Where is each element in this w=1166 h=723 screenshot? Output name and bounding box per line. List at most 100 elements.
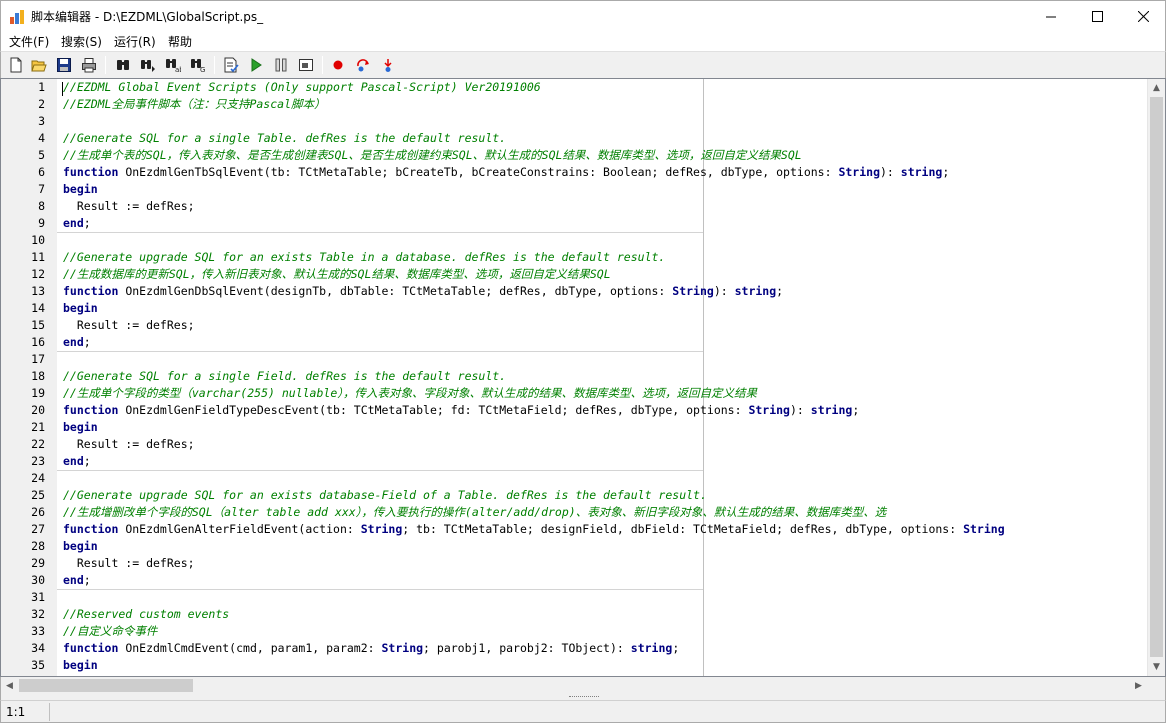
line-number: 7	[38, 182, 45, 196]
find-button[interactable]	[113, 55, 133, 75]
step-over-button[interactable]	[353, 55, 373, 75]
code-text: ;	[942, 165, 950, 179]
code-comment: //Generate upgrade SQL for an exists Tab…	[63, 250, 666, 264]
scroll-left-arrow-icon[interactable]: ◀	[1, 677, 18, 694]
code-text: ;	[83, 216, 91, 230]
code-line: function OnEzdmlCmdEvent(cmd, param1, pa…	[63, 640, 679, 657]
code-text: OnEzdmlGenTbSqlEvent(tb: TCtMetaTable; b…	[118, 165, 839, 179]
menu-run[interactable]: 运行(R)	[114, 33, 156, 50]
code-keyword: begin	[63, 301, 98, 315]
code-text: Result := defRes;	[63, 437, 195, 451]
code-line: //生成单个表的SQL，传入表对象、是否生成创建表SQL、是否生成创建约束SQL…	[63, 147, 802, 164]
vertical-scrollbar[interactable]: ▲ ▼	[1147, 79, 1165, 676]
code-text: ):	[880, 165, 901, 179]
code-line: function OnEzdmlGenTbSqlEvent(tb: TCtMet…	[63, 164, 949, 181]
close-button[interactable]	[1120, 1, 1166, 32]
line-number: 8	[38, 199, 45, 213]
line-number: 15	[31, 318, 45, 332]
syntax-check-icon	[224, 57, 239, 73]
print-button[interactable]	[79, 55, 99, 75]
code-comment: //Generate SQL for a single Field. defRe…	[63, 369, 507, 383]
line-number: 16	[31, 335, 45, 349]
line-number: 5	[38, 148, 45, 162]
minimize-button[interactable]	[1028, 1, 1074, 32]
menu-search[interactable]: 搜索(S)	[61, 33, 102, 50]
vertical-scroll-thumb[interactable]	[1150, 97, 1163, 657]
trace-button[interactable]	[378, 55, 398, 75]
code-line: function OnEzdmlGenAlterFieldEvent(actio…	[63, 521, 1005, 538]
code-editor[interactable]: 1 2 3 4 5 6 7 8 9 10 11 12 13 14 15 16 17 18 19 20 21 22 23 24 2…	[0, 78, 1166, 677]
code-keyword: string	[630, 641, 673, 655]
app-icon	[10, 10, 24, 24]
code-text: ):	[789, 403, 811, 417]
code-keyword: function	[63, 641, 119, 655]
code-line: Result := defRes;	[63, 198, 195, 215]
line-number: 6	[38, 165, 45, 179]
find-next-button[interactable]	[138, 55, 158, 75]
horizontal-scrollbar[interactable]: ◀ ▶	[0, 677, 1166, 694]
status-bar: 1:1	[0, 700, 1166, 723]
line-number: 25	[31, 488, 45, 502]
code-text: OnEzdmlGenFieldTypeDescEvent(tb: TCtMeta…	[118, 403, 749, 417]
code-comment: //Reserved custom events	[63, 607, 230, 621]
menu-file[interactable]: 文件(F)	[9, 33, 49, 50]
line-number: 17	[31, 352, 45, 366]
line-number: 21	[31, 420, 45, 434]
goto-line-icon: G	[191, 59, 205, 73]
code-text: Result := defRes;	[63, 318, 195, 332]
block-separator	[57, 351, 703, 352]
line-number: 19	[31, 386, 45, 400]
line-number-gutter: 1 2 3 4 5 6 7 8 9 10 11 12 13 14 15 16 17 18 19 20 21 22 23 24 2…	[1, 79, 57, 676]
code-line: //EZDML全局事件脚本（注：只支持Pascal脚本）	[63, 96, 326, 113]
code-line: begin	[63, 657, 98, 674]
step-into-button[interactable]	[296, 55, 316, 75]
code-line: function OnEzdmlGenDbSqlEvent(designTb, …	[63, 283, 783, 300]
block-separator	[57, 232, 703, 233]
goto-line-button[interactable]: G	[188, 55, 208, 75]
code-keyword: begin	[63, 182, 98, 196]
code-keyword: function	[63, 165, 119, 179]
code-line: //Generate SQL for a single Table. defRe…	[63, 130, 506, 147]
print-icon	[82, 58, 96, 73]
save-icon	[57, 58, 71, 72]
code-keyword: String	[838, 165, 880, 179]
menu-help[interactable]: 帮助	[168, 33, 192, 50]
replace-button[interactable]: ab	[163, 55, 183, 75]
code-area[interactable]: //EZDML Global Event Scripts (Only suppo…	[57, 79, 1147, 676]
code-text: ;	[672, 641, 680, 655]
scroll-down-arrow-icon[interactable]: ▼	[1148, 658, 1165, 675]
pause-button[interactable]	[271, 55, 291, 75]
step-over-icon	[357, 59, 369, 72]
code-line: Result := defRes;	[63, 436, 195, 453]
code-line: //EZDML Global Event Scripts (Only suppo…	[63, 79, 541, 96]
code-comment: //生成增删改单个字段的SQL（alter table add xxx），传入要…	[63, 505, 887, 519]
syntax-check-button[interactable]	[221, 55, 241, 75]
code-keyword: string	[900, 165, 943, 179]
code-keyword: string	[810, 403, 853, 417]
open-button[interactable]	[29, 55, 49, 75]
maximize-button[interactable]	[1074, 1, 1120, 32]
code-keyword: String	[381, 641, 424, 655]
scroll-up-arrow-icon[interactable]: ▲	[1148, 79, 1165, 96]
replace-icon: ab	[166, 59, 181, 73]
save-button[interactable]	[54, 55, 74, 75]
code-keyword: end	[63, 216, 84, 230]
horizontal-scroll-thumb[interactable]	[19, 679, 193, 692]
line-number: 2	[38, 97, 45, 111]
code-comment: //生成数据库的更新SQL，传入新旧表对象、默认生成的SQL结果、数据库类型、选…	[63, 267, 611, 281]
step-into-icon	[299, 59, 313, 71]
find-icon	[117, 60, 129, 70]
line-number: 20	[31, 403, 45, 417]
breakpoint-button[interactable]	[328, 55, 348, 75]
run-button[interactable]	[246, 55, 266, 75]
scroll-right-arrow-icon[interactable]: ▶	[1130, 677, 1147, 694]
code-keyword: end	[63, 573, 84, 587]
code-keyword: String	[748, 403, 790, 417]
code-comment: //生成单个表的SQL，传入表对象、是否生成创建表SQL、是否生成创建约束SQL…	[63, 148, 802, 162]
code-text: OnEzdmlGenDbSqlEvent(designTb, dbTable: …	[118, 284, 673, 298]
code-line: begin	[63, 181, 98, 198]
line-number: 9	[38, 216, 45, 230]
new-file-button[interactable]	[6, 55, 26, 75]
line-number: 11	[31, 250, 45, 264]
code-keyword: String	[963, 522, 1005, 536]
